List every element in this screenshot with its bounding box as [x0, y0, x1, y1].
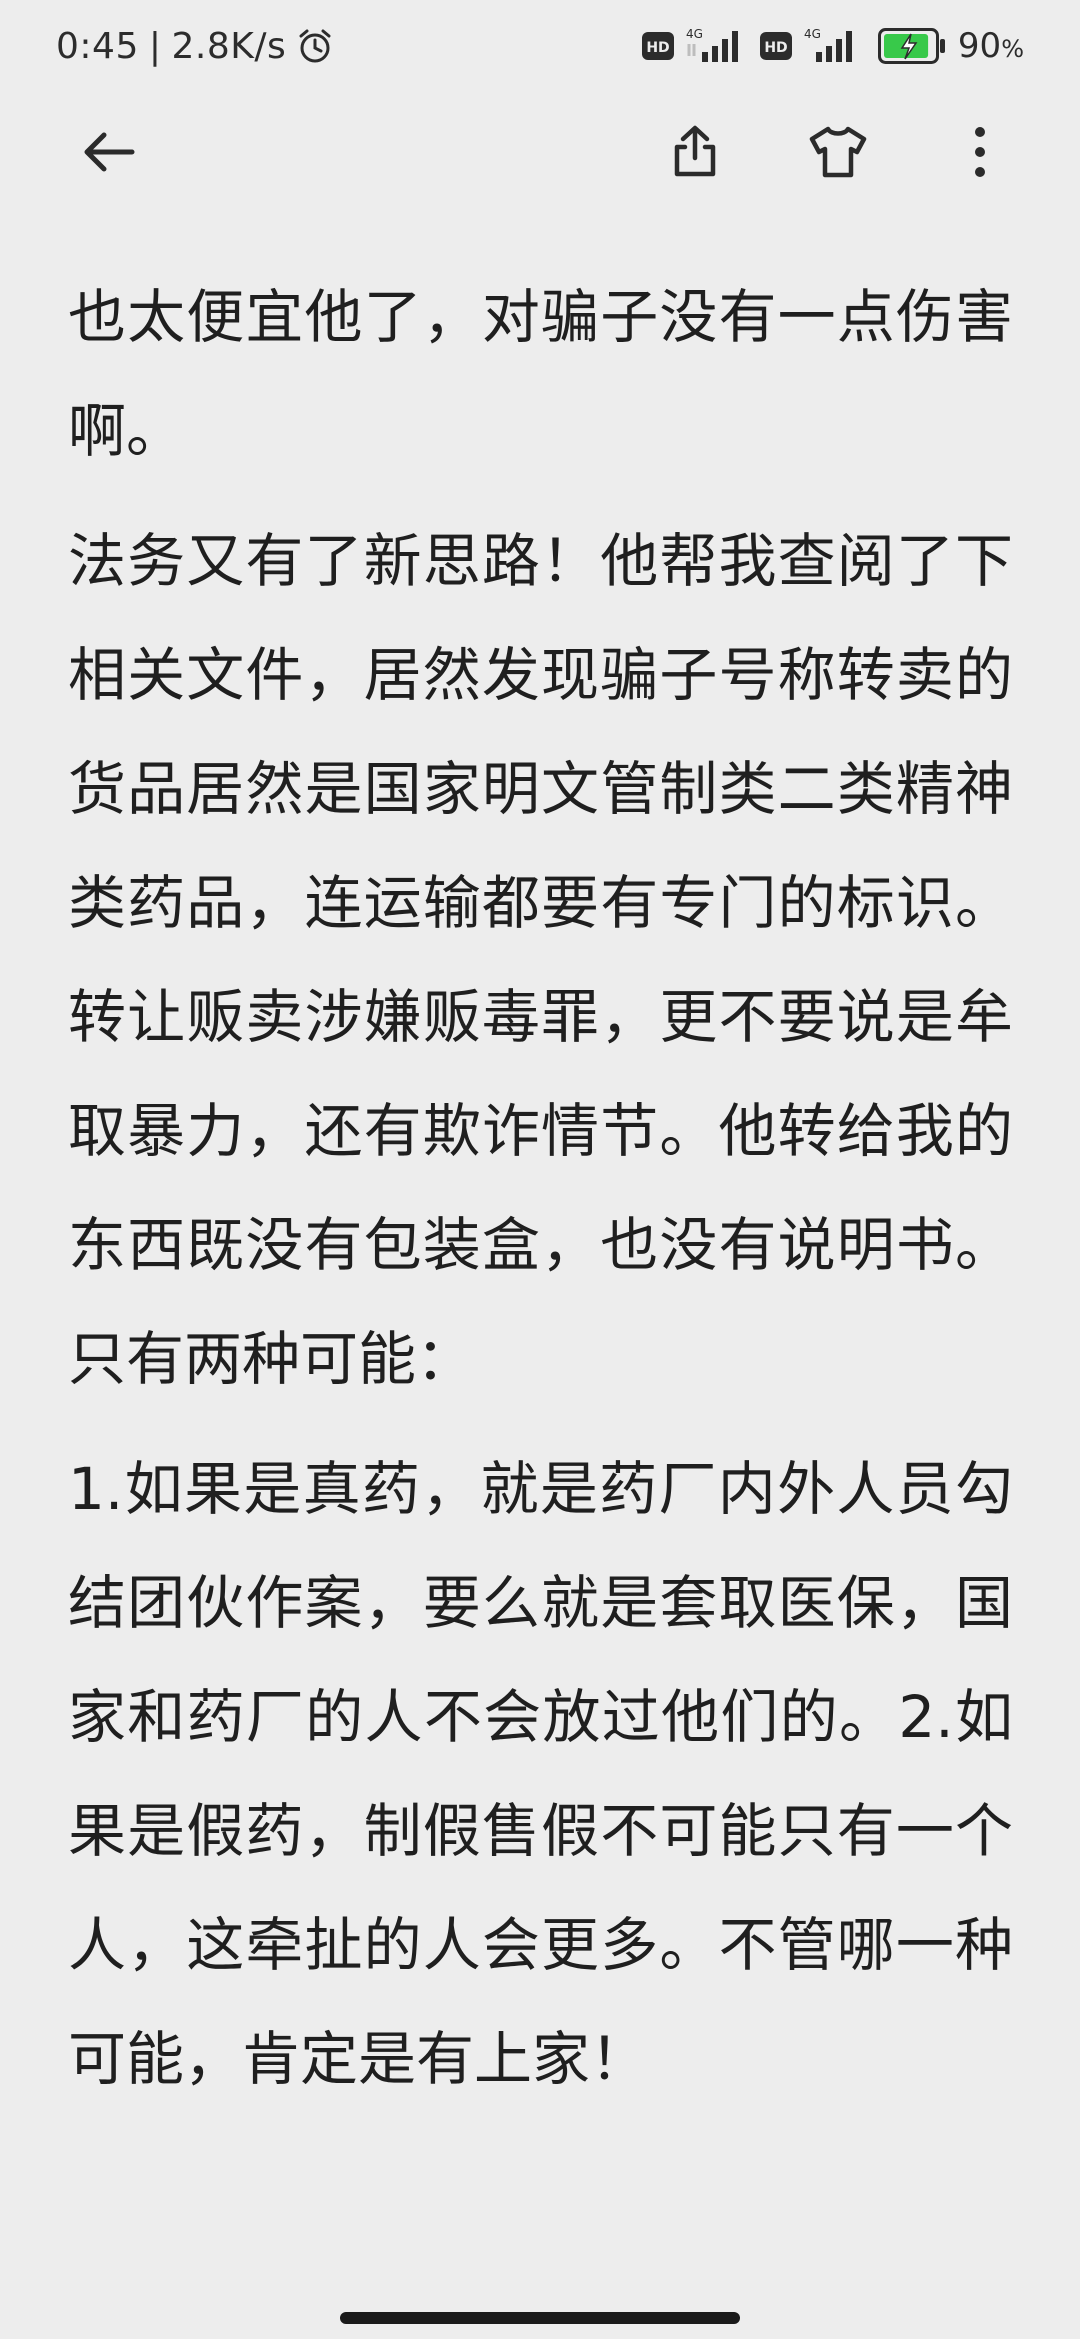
more-options-button[interactable] [930, 102, 1030, 202]
svg-text:4G: 4G [686, 27, 703, 41]
svg-text:4G: 4G [804, 27, 821, 41]
svg-text:HD: HD [646, 40, 669, 56]
article-paragraph: 法务又有了新思路！他帮我查阅了下相关文件，居然发现骗子号称转卖的货品居然是国家明… [68, 527, 1013, 1393]
article-paragraph: 1.如果是真药，就是药厂内外人员勾结团伙作案，要么就是套取医保，国家和药厂的人不… [68, 1455, 1013, 2093]
battery-percent: 90% [957, 26, 1024, 66]
battery-icon [877, 28, 946, 64]
reader-toolbar [0, 92, 1080, 212]
article-paragraph: 也太便宜他了，对骗子没有一点伤害啊。 [68, 283, 1013, 465]
share-button[interactable] [645, 102, 745, 202]
hd-badge-2: HD [759, 32, 792, 60]
status-right: HD 4G HD 4G 90% [641, 26, 1024, 66]
network-speed: 2.8K/s [171, 25, 287, 67]
status-left: 0:45 | 2.8K/s [56, 26, 334, 67]
signal-4g-icon-2: 4G [804, 26, 866, 66]
status-time: 0:45 [56, 25, 139, 67]
tshirt-icon [809, 126, 867, 178]
hd-badge-1: HD [641, 32, 674, 60]
svg-text:HD: HD [764, 40, 787, 56]
back-arrow-icon [84, 132, 135, 172]
signal-4g-icon-1: 4G [686, 26, 748, 66]
share-icon [674, 125, 716, 177]
gesture-navigation-bar[interactable] [340, 2312, 740, 2324]
alarm-clock-icon [296, 27, 334, 65]
theme-button[interactable] [788, 102, 888, 202]
status-separator: | [148, 25, 162, 67]
article-content: 也太便宜他了，对骗子没有一点伤害啊。 法务又有了新思路！他帮我查阅了下相关文件，… [68, 260, 1013, 2132]
back-button[interactable] [60, 102, 160, 202]
status-bar: 0:45 | 2.8K/s HD 4G HD 4G 90% [0, 0, 1080, 92]
more-vertical-icon [975, 127, 985, 177]
